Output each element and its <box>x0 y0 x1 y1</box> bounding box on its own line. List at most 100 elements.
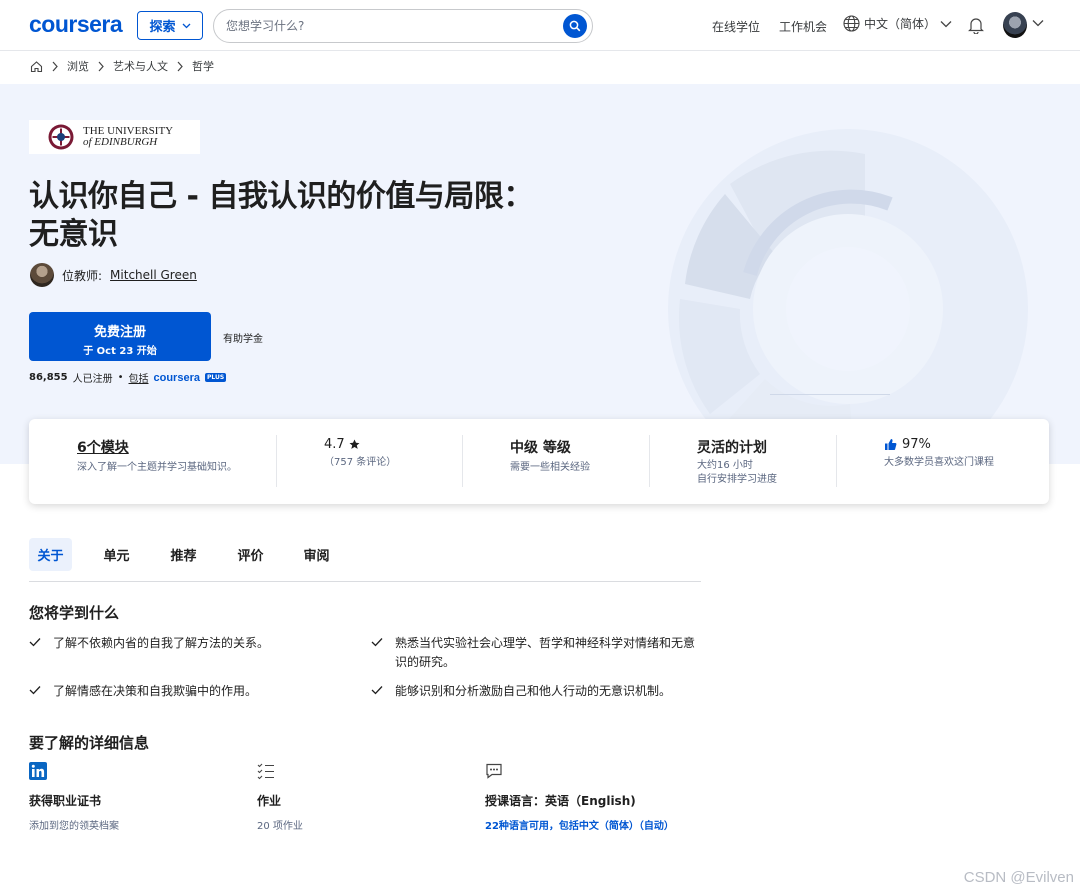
chevron-right-icon <box>98 61 104 71</box>
nav-careers[interactable]: 工作机会 <box>779 18 827 35</box>
chevron-right-icon <box>177 61 183 71</box>
bell-icon[interactable] <box>968 16 984 34</box>
available-languages-link[interactable]: 22种语言可用，包括中文（简体）（自动） <box>485 817 674 832</box>
details-section-title: 要了解的详细信息 <box>29 734 150 752</box>
tab-about[interactable]: 关于 <box>29 538 72 571</box>
tab-reviews[interactable]: 审阅 <box>295 538 338 571</box>
breadcrumb-item-philosophy[interactable]: 哲学 <box>192 58 214 74</box>
separator-bullet: • <box>117 372 124 383</box>
info-schedule: 灵活的计划 大约16 小时 自行安排学习进度 <box>697 437 777 487</box>
chevron-down-icon <box>940 20 952 27</box>
university-name: THE UNIVERSITY of EDINBURGH <box>83 126 173 148</box>
university-crest-icon <box>48 124 74 150</box>
divider <box>649 435 650 487</box>
certificate-title: 获得职业证书 <box>29 794 102 808</box>
instructor-name-link[interactable]: Mitchell Green <box>110 268 197 282</box>
language-label: 中文（简体） <box>864 17 937 31</box>
detail-certificate: 获得职业证书 添加到您的领英档案 <box>29 762 119 832</box>
decorative-ring-graphic <box>668 129 1028 464</box>
coursera-plus-logo[interactable]: coursera <box>154 372 200 384</box>
financial-aid-link[interactable]: 有助学金 <box>223 330 263 345</box>
enroll-main-label: 免费注册 <box>93 325 146 340</box>
language-title: 授课语言：英语（English) <box>485 794 636 808</box>
checklist-icon <box>257 763 274 780</box>
satisfaction-desc: 大多数学员喜欢这门课程 <box>884 457 994 468</box>
check-icon <box>371 638 383 647</box>
learn-item: 了解不依赖内省的自我了解方法的关系。 <box>29 634 349 653</box>
thumbs-up-icon <box>885 439 897 450</box>
satisfaction-value: 97% <box>902 437 931 452</box>
level-title: 中级 等级 <box>510 440 571 456</box>
learn-item: 能够识别和分析激励自己和他人行动的无意识机制。 <box>371 682 706 701</box>
explore-label: 探索 <box>149 20 176 35</box>
detail-assignments: 作业 20 项作业 <box>257 762 303 832</box>
star-icon <box>349 439 360 449</box>
breadcrumb-item-browse[interactable]: 浏览 <box>67 58 89 74</box>
enrollment-info: 86,855 人已注册 • 包括 coursera PLUS <box>29 370 227 385</box>
search-icon <box>569 20 581 32</box>
learn-item: 熟悉当代实验社会心理学、哲学和神经科学对情绪和无意识的研究。 <box>371 634 706 672</box>
enrolled-suffix: 人已注册 <box>72 374 113 385</box>
info-modules: 6个模块 深入了解一个主题并学习基础知识。 <box>77 437 237 475</box>
schedule-hours: 大约16 小时 <box>697 460 753 471</box>
search-button[interactable] <box>563 14 587 38</box>
enroll-button[interactable]: 免费注册 于 Oct 23 开始 <box>29 312 211 361</box>
enroll-start-date: 于 Oct 23 开始 <box>83 346 157 357</box>
search-box <box>213 9 593 43</box>
learn-item-text: 了解情感在决策和自我欺骗中的作用。 <box>53 684 258 698</box>
divider <box>276 435 277 487</box>
divider <box>836 435 837 487</box>
tab-ratings[interactable]: 评价 <box>229 538 272 571</box>
user-avatar[interactable] <box>1003 12 1027 38</box>
course-title: 认识你自己 - 自我认识的价值与局限： 无意识 <box>29 178 589 254</box>
check-icon <box>371 686 383 695</box>
nav-online-degrees[interactable]: 在线学位 <box>712 18 760 35</box>
chevron-down-icon <box>182 23 190 28</box>
schedule-title: 灵活的计划 <box>697 440 767 456</box>
schedule-pace: 自行安排学习进度 <box>697 474 777 485</box>
level-desc: 需要一些相关经验 <box>510 462 590 473</box>
linkedin-icon <box>29 762 47 780</box>
detail-language: 授课语言：英语（English) 22种语言可用，包括中文（简体）（自动） <box>485 762 674 832</box>
tab-recommendations[interactable]: 推荐 <box>162 538 205 571</box>
tab-modules[interactable]: 单元 <box>95 538 138 571</box>
search-input[interactable] <box>226 17 556 35</box>
check-icon <box>29 638 41 647</box>
globe-icon <box>843 15 860 32</box>
university-logo: THE UNIVERSITY of EDINBURGH <box>29 120 200 154</box>
learn-item-text: 了解不依赖内省的自我了解方法的关系。 <box>53 636 270 650</box>
course-title-line1: 认识你自己 - 自我认识的价值与局限： <box>29 179 533 214</box>
info-satisfaction: 97% 大多数学员喜欢这门课程 <box>884 437 994 470</box>
plus-badge: PLUS <box>204 373 227 382</box>
modules-desc: 深入了解一个主题并学习基础知识。 <box>77 462 237 473</box>
check-icon <box>29 686 41 695</box>
learn-item: 了解情感在决策和自我欺骗中的作用。 <box>29 682 349 701</box>
breadcrumb-item-arts[interactable]: 艺术与人文 <box>113 58 168 74</box>
chevron-down-icon[interactable] <box>1032 19 1044 27</box>
explore-button[interactable]: 探索 <box>137 11 203 40</box>
info-level: 中级 等级 需要一些相关经验 <box>510 437 590 475</box>
breadcrumb: 浏览 艺术与人文 哲学 <box>30 58 214 74</box>
course-tabs: 关于 单元 推荐 评价 审阅 <box>29 538 701 582</box>
rating-reviews[interactable]: （757 条评论） <box>324 456 396 470</box>
learn-item-text: 熟悉当代实验社会心理学、哲学和神经科学对情绪和无意识的研究。 <box>395 636 696 669</box>
chevron-right-icon <box>52 61 58 71</box>
instructor-label: 位教师: <box>62 268 103 283</box>
assignments-title: 作业 <box>257 794 282 808</box>
learn-section-title: 您将学到什么 <box>29 604 120 622</box>
assignments-count: 20 项作业 <box>257 821 303 832</box>
home-icon[interactable] <box>30 60 43 73</box>
info-rating: 4.7 （757 条评论） <box>324 437 396 470</box>
learn-item-text: 能够识别和分析激励自己和他人行动的无意识机制。 <box>395 684 672 698</box>
rating-value: 4.7 <box>324 437 345 452</box>
coursera-logo[interactable]: coursera <box>29 11 123 38</box>
divider <box>462 435 463 487</box>
language-selector[interactable]: 中文（简体） <box>843 15 952 32</box>
modules-title[interactable]: 6个模块 <box>77 437 237 457</box>
top-navigation: coursera 探索 在线学位 工作机会 中文（简体） <box>0 0 1080 51</box>
instructor-row: 位教师: Mitchell Green <box>30 263 197 287</box>
university-name-line2: of EDINBURGH <box>83 136 158 148</box>
certificate-desc: 添加到您的领英档案 <box>29 821 119 832</box>
instructor-avatar <box>30 263 54 287</box>
included-label[interactable]: 包括 <box>129 370 149 385</box>
